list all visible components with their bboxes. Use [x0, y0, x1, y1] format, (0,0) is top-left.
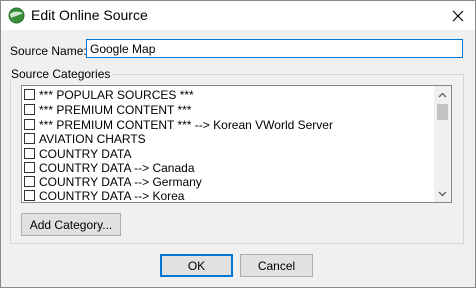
category-checkbox[interactable] [24, 119, 35, 130]
scroll-up-button[interactable] [434, 86, 451, 103]
scroll-down-button[interactable] [434, 185, 451, 202]
add-category-button[interactable]: Add Category... [21, 213, 121, 236]
category-label: *** PREMIUM CONTENT *** --> Korean VWorl… [39, 117, 333, 132]
category-label: AVIATION CHARTS [39, 131, 146, 146]
chevron-down-icon [438, 191, 447, 196]
category-checkbox[interactable] [24, 162, 35, 173]
list-item[interactable]: AVIATION CHARTS [24, 131, 146, 146]
category-label: COUNTRY DATA --> Canada [39, 160, 195, 175]
list-item[interactable]: *** PREMIUM CONTENT *** [24, 102, 191, 117]
category-checkbox[interactable] [24, 133, 35, 144]
list-item[interactable]: COUNTRY DATA [24, 146, 131, 161]
categories-list[interactable]: *** POPULAR SOURCES *** *** PREMIUM CONT… [21, 85, 452, 203]
category-checkbox[interactable] [24, 190, 35, 201]
category-label: COUNTRY DATA --> Korea [39, 188, 185, 203]
close-icon [452, 10, 464, 21]
category-label: COUNTRY DATA [39, 146, 132, 161]
list-item[interactable]: *** PREMIUM CONTENT *** --> Korean VWorl… [24, 117, 333, 132]
list-item[interactable]: *** POPULAR SOURCES *** [24, 87, 194, 102]
chevron-up-icon [438, 92, 447, 97]
vertical-scrollbar[interactable] [434, 86, 451, 202]
close-button[interactable] [441, 1, 475, 30]
category-checkbox[interactable] [24, 148, 35, 159]
list-item[interactable]: COUNTRY DATA --> Korea [24, 188, 185, 203]
source-name-input[interactable]: Google Map [86, 39, 463, 58]
category-checkbox[interactable] [24, 104, 35, 115]
category-label: *** POPULAR SOURCES *** [39, 87, 194, 102]
source-categories-legend: Source Categories [9, 67, 113, 81]
cancel-button[interactable]: Cancel [240, 254, 313, 277]
dialog-window: Edit Online Source Source Name: Google M… [0, 0, 476, 288]
title-bar: Edit Online Source [1, 1, 475, 30]
list-item[interactable]: COUNTRY DATA --> Germany [24, 174, 202, 189]
category-label: COUNTRY DATA --> Germany [39, 174, 202, 189]
category-checkbox[interactable] [24, 89, 35, 100]
category-label: *** PREMIUM CONTENT *** [39, 102, 192, 117]
list-item[interactable]: COUNTRY DATA --> Canada [24, 160, 195, 175]
ok-button[interactable]: OK [160, 254, 233, 277]
source-name-label: Source Name: [10, 44, 87, 58]
category-checkbox[interactable] [24, 176, 35, 187]
scrollbar-thumb[interactable] [437, 104, 448, 120]
app-globe-icon [8, 7, 25, 24]
dialog-title: Edit Online Source [31, 7, 148, 23]
